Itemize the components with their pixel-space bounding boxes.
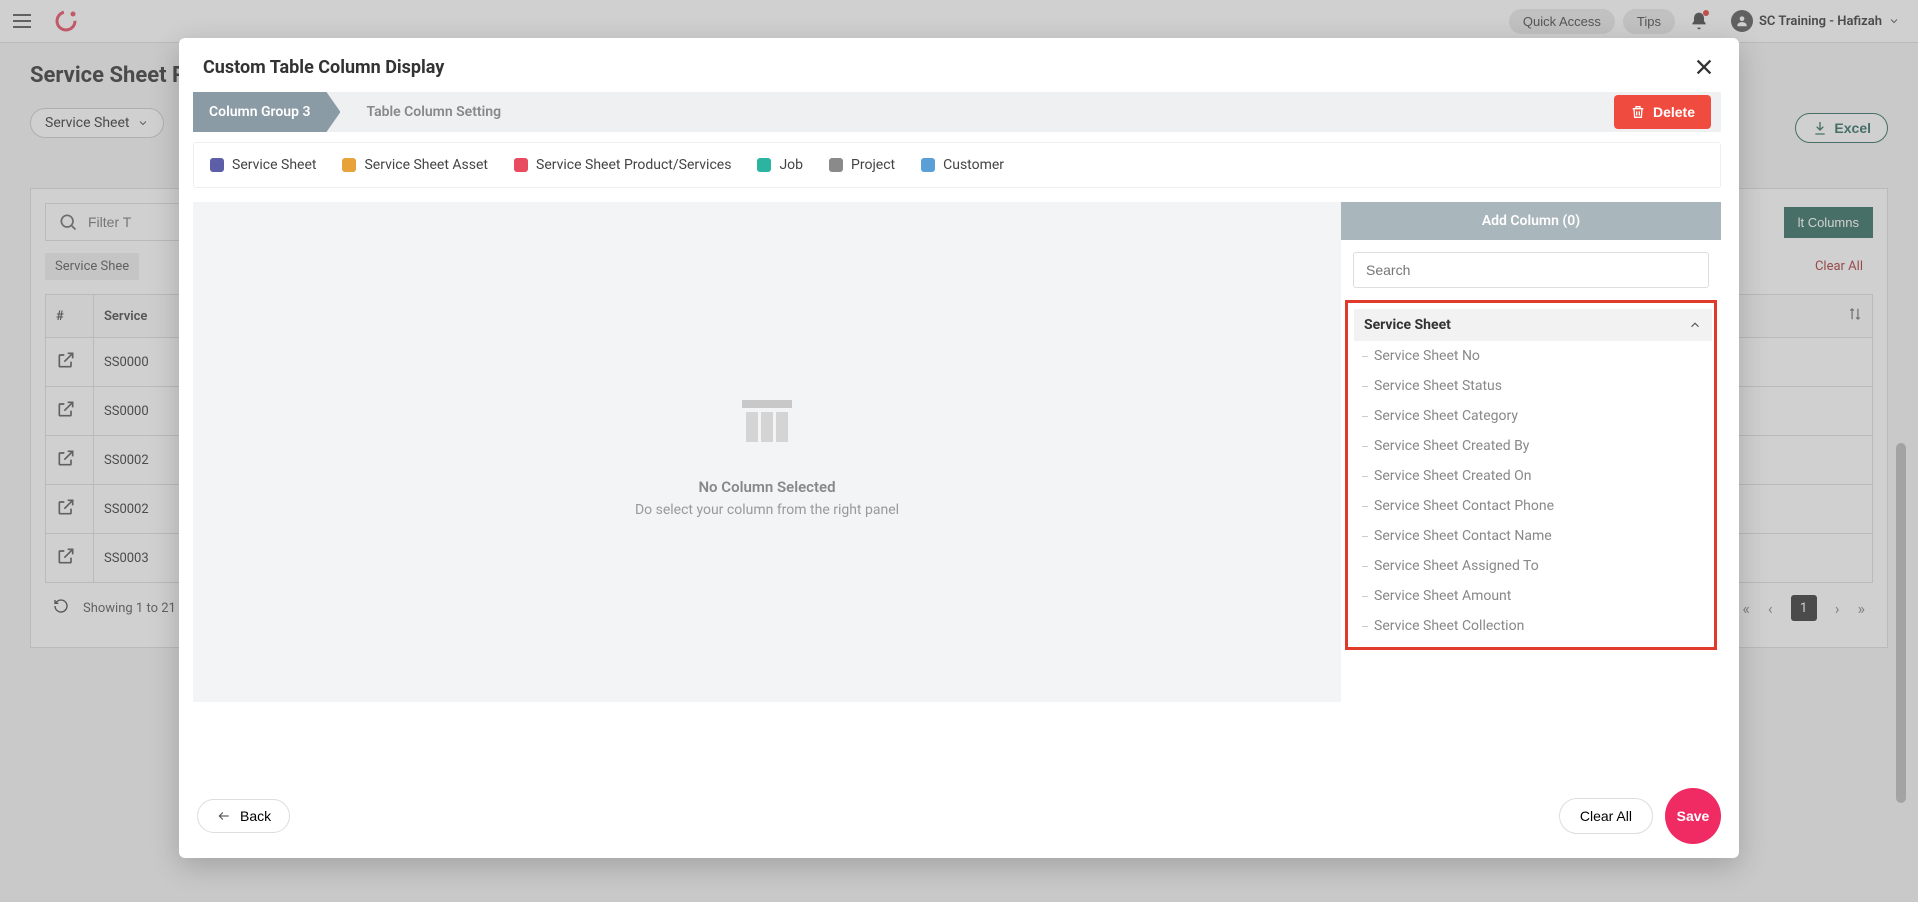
legend-label: Job — [779, 157, 803, 173]
empty-title: No Column Selected — [698, 478, 835, 496]
legend-item: Service Sheet Asset — [342, 157, 488, 173]
legend-dot — [514, 158, 528, 172]
column-option[interactable]: Service Sheet Category — [1354, 401, 1712, 431]
legend-dot — [210, 158, 224, 172]
column-search-input[interactable] — [1353, 252, 1709, 288]
legend-dot — [757, 158, 771, 172]
modal-title: Custom Table Column Display — [203, 57, 444, 78]
empty-subtitle: Do select your column from the right pan… — [635, 502, 899, 518]
legend-label: Service Sheet — [232, 157, 316, 173]
column-option[interactable]: Service Sheet Status — [1354, 371, 1712, 401]
column-option[interactable]: Service Sheet Assigned To — [1354, 551, 1712, 581]
column-option[interactable]: Service Sheet Contact Name — [1354, 521, 1712, 551]
column-option[interactable]: Service Sheet Created By — [1354, 431, 1712, 461]
legend-label: Customer — [943, 157, 1004, 173]
modal: Custom Table Column Display Column Group… — [179, 38, 1739, 858]
legend-dot — [921, 158, 935, 172]
column-option[interactable]: Service Sheet Amount — [1354, 581, 1712, 611]
add-column-header: Add Column (0) — [1341, 202, 1721, 240]
save-button[interactable]: Save — [1665, 788, 1721, 844]
close-icon[interactable] — [1693, 56, 1715, 78]
legend-item: Service Sheet Product/Services — [514, 157, 731, 173]
legend: Service Sheet Service Sheet Asset Service … — [193, 142, 1721, 188]
selected-columns-panel: No Column Selected Do select your column… — [193, 202, 1341, 702]
back-button[interactable]: Back — [197, 799, 290, 833]
column-option[interactable]: Service Sheet No — [1354, 341, 1712, 371]
column-option[interactable]: Service Sheet Contact Phone — [1354, 491, 1712, 521]
arrow-left-icon — [216, 809, 232, 823]
column-option[interactable]: Service Sheet Collection — [1354, 611, 1712, 641]
empty-columns-icon — [732, 386, 802, 460]
legend-dot — [829, 158, 843, 172]
add-column-panel: Add Column (0) Service Sheet Service She… — [1341, 202, 1721, 702]
breadcrumb-next[interactable]: Table Column Setting — [340, 92, 523, 132]
column-list-highlighted: Service Sheet Service Sheet NoService Sh… — [1345, 300, 1717, 650]
modal-overlay: Custom Table Column Display Column Group… — [0, 0, 1918, 902]
clear-all-button[interactable]: Clear All — [1559, 798, 1653, 834]
trash-icon — [1630, 104, 1646, 120]
legend-label: Service Sheet Product/Services — [536, 157, 731, 173]
breadcrumb-active[interactable]: Column Group 3 — [193, 92, 340, 132]
legend-dot — [342, 158, 356, 172]
legend-label: Project — [851, 157, 895, 173]
breadcrumb: Column Group 3 Table Column Setting Dele… — [193, 92, 1721, 132]
legend-item: Project — [829, 157, 895, 173]
legend-label: Service Sheet Asset — [364, 157, 488, 173]
legend-item: Service Sheet — [210, 157, 316, 173]
legend-item: Customer — [921, 157, 1004, 173]
column-group-header[interactable]: Service Sheet — [1354, 309, 1712, 341]
legend-item: Job — [757, 157, 803, 173]
delete-button[interactable]: Delete — [1614, 95, 1711, 129]
column-option[interactable]: Service Sheet Created On — [1354, 461, 1712, 491]
chevron-up-icon — [1688, 318, 1702, 332]
